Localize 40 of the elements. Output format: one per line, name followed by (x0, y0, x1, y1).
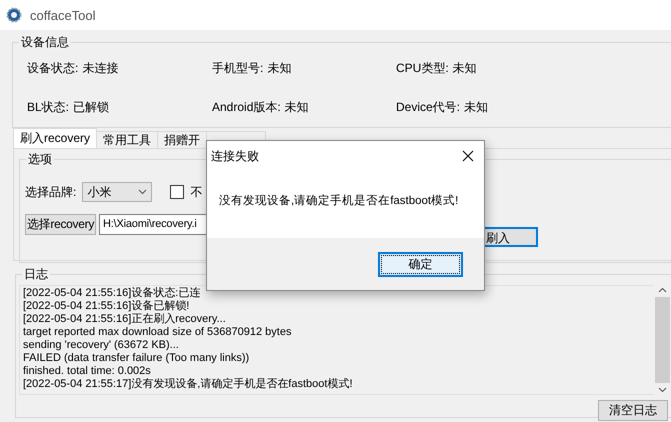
field-label: 设备状态: (27, 60, 78, 77)
field-label: Device代号: (396, 99, 460, 116)
brand-label: 选择品牌: (25, 184, 76, 200)
field-value: 未连接 (82, 60, 118, 77)
chevron-down-icon (138, 189, 148, 195)
field-label: CPU类型: (396, 60, 449, 77)
log-line: sending 'recovery' (63672 KB)... (23, 339, 180, 352)
log-line: finished. total time: 0.002s (23, 365, 152, 378)
log-line: [2022-05-04 21:55:16]设备已解锁! (23, 300, 190, 313)
field-value: 未知 (452, 60, 477, 77)
checkbox-label: 不 (190, 184, 202, 200)
checkbox[interactable] (170, 185, 184, 199)
field-label: Android版本: (212, 99, 281, 116)
log-line: target reported max download size of 536870912 bytes (23, 326, 292, 339)
tab[interactable]: 捐赠开 (157, 131, 208, 148)
log-line: FAILED (data transfer failure (Too many links)) (23, 352, 250, 365)
chevron-down-icon (658, 387, 666, 393)
field-value: 未知 (284, 99, 309, 116)
chevron-up-icon (658, 287, 666, 293)
clear-log-button[interactable]: 清空日志 (598, 400, 668, 421)
log-line: [2022-05-04 21:55:17]没有发现设备,请确定手机是否在fastboot模式! (23, 378, 354, 391)
field-value: 已解锁 (73, 99, 110, 116)
dialog-title: 连接失败 (211, 148, 259, 164)
group-title: 选项 (26, 151, 54, 168)
close-icon[interactable] (462, 150, 474, 162)
tab[interactable]: 常用工具 (96, 131, 158, 148)
window-title: coffaceTool (30, 8, 96, 22)
log-line: [2022-05-04 21:55:16]设备状态:已连 (23, 287, 202, 300)
field-value: 未知 (464, 99, 488, 116)
ok-button[interactable]: 确定 (378, 252, 463, 276)
gear-icon (6, 7, 22, 23)
tab[interactable]: 刷入recovery (13, 128, 98, 148)
choose-recovery-button[interactable]: 选择recovery (25, 214, 96, 234)
group-title: 设备信息 (19, 34, 71, 51)
field-value: 未知 (267, 60, 292, 77)
field-label: 手机型号: (212, 60, 264, 77)
field-label: BL状态: (27, 99, 70, 116)
brand-dropdown[interactable]: 小米 (82, 182, 152, 202)
dialog-message: 没有发现设备,请确定手机是否在fastboot模式! (219, 195, 458, 207)
log-line: [2022-05-04 21:55:16]正在刷入recovery... (23, 313, 227, 326)
